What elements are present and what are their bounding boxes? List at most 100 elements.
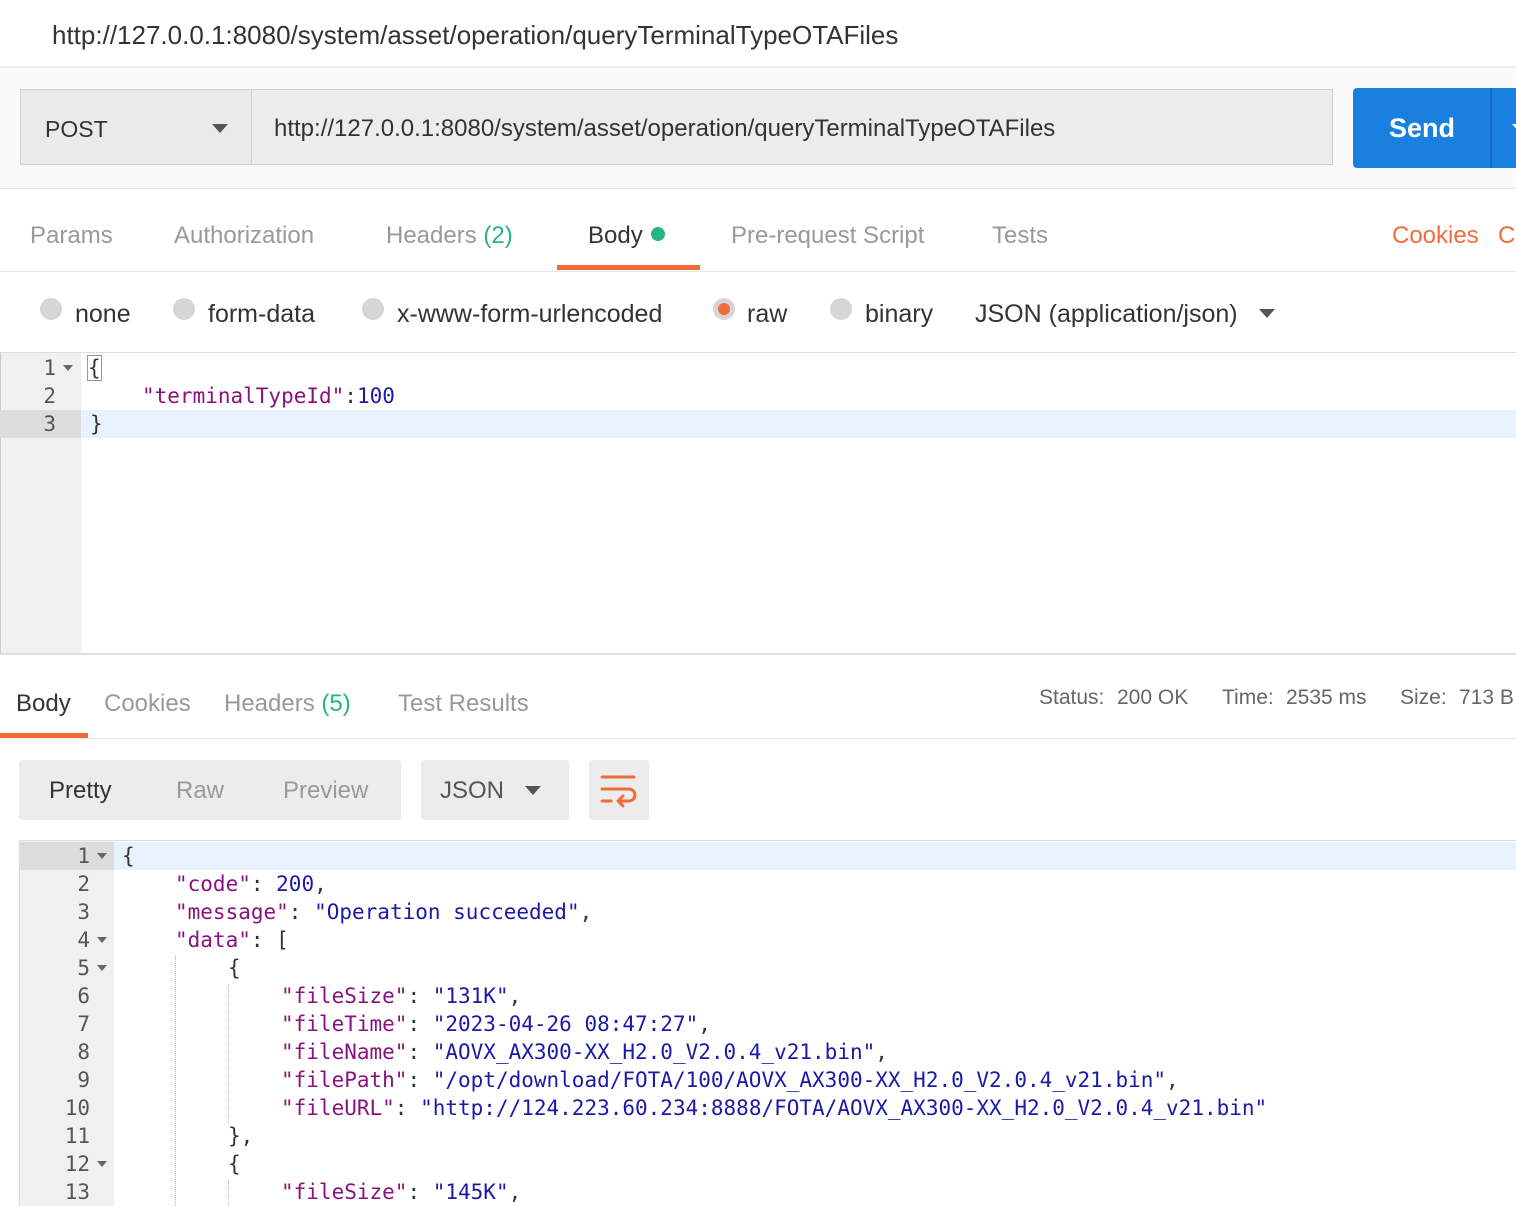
line-number: 10 [64,1096,90,1120]
divider [0,738,1516,739]
indent-guide [228,1180,229,1206]
time-label: Time: [1222,686,1274,709]
response-tab-body[interactable]: Body [16,690,71,718]
code-line: "data": [ [175,928,289,952]
line-number: 6 [77,984,90,1008]
view-preview-button[interactable]: Preview [283,777,368,805]
wrap-lines-button[interactable] [589,760,649,820]
code-token: { [228,1152,241,1176]
line-number: 3 [77,900,90,924]
json-key: "message" [175,900,289,924]
tab-tests[interactable]: Tests [992,222,1048,250]
radio-urlencoded-label: x-www-form-urlencoded [397,300,663,328]
url-value: http://127.0.0.1:8080/system/asset/opera… [274,115,1056,142]
json-string: "http://124.223.60.234:8888/FOTA/AOVX_AX… [420,1096,1268,1120]
radio-none[interactable] [40,298,62,320]
fold-icon[interactable] [97,853,107,859]
tab-headers[interactable]: Headers (2) [386,222,513,250]
chevron-down-icon[interactable] [1259,309,1275,318]
fold-icon[interactable] [97,937,107,943]
json-string: "Operation succeeded" [314,900,580,924]
chevron-down-icon [525,786,541,795]
json-number: 100 [356,384,395,408]
radio-urlencoded[interactable] [362,298,384,320]
format-select[interactable]: JSON [421,760,569,820]
code-line: "fileName": "AOVX_AX300-XX_H2.0_V2.0.4_v… [281,1040,888,1064]
view-pretty-button[interactable]: Pretty [49,777,112,805]
wrap-icon [600,775,637,808]
method-select[interactable]: POST [20,89,252,165]
fold-icon[interactable] [97,965,107,971]
request-title: http://127.0.0.1:8080/system/asset/opera… [52,20,899,50]
json-string: "2023-04-26 08:47:27" [432,1012,699,1036]
line-number: 1 [43,356,56,380]
view-raw-button[interactable]: Raw [176,777,224,805]
line-number: 7 [77,1012,90,1036]
active-tab-indicator [557,265,700,270]
code-token: [ [276,928,289,952]
fold-icon[interactable] [63,365,73,371]
tab-authorization[interactable]: Authorization [174,222,314,250]
code-token: }, [228,1124,254,1148]
tab-params[interactable]: Params [30,222,113,250]
active-line-highlight [81,410,1516,438]
json-string: "131K" [432,984,509,1008]
code-line: "code": 200, [175,872,327,896]
tab-body[interactable]: Body [588,222,665,250]
method-label: POST [45,116,108,142]
indent-guide [228,984,229,1124]
url-input[interactable]: http://127.0.0.1:8080/system/asset/opera… [251,89,1333,165]
json-key: "code" [175,872,251,896]
status-label: Status: [1039,686,1105,709]
cookies-link[interactable]: Cookies [1392,222,1479,250]
chevron-down-icon [212,124,228,133]
line-number: 2 [77,872,90,896]
size-value: 713 B [1459,686,1514,709]
code-line: "fileSize": "145K", [281,1180,522,1204]
send-divider [1490,88,1492,168]
json-key: "fileSize" [281,984,408,1008]
json-string: "AOVX_AX300-XX_H2.0_V2.0.4_v21.bin" [432,1040,876,1064]
line-number: 11 [64,1124,90,1148]
code-line: "message": "Operation succeeded", [175,900,593,924]
content-type-select[interactable]: JSON (application/json) [975,300,1238,329]
code-token: { [228,956,241,980]
code-line: "fileSize": "131K", [281,984,522,1008]
headers-count-badge: (2) [483,222,513,249]
radio-form-data-label: form-data [208,300,315,328]
active-line-highlight [114,842,1516,870]
radio-binary-label: binary [865,300,934,328]
line-number: 3 [43,412,56,436]
radio-binary[interactable] [830,298,852,320]
line-number: 1 [77,844,90,868]
response-tab-cookies[interactable]: Cookies [104,690,191,718]
tab-body-label: Body [588,222,643,249]
code-link[interactable]: C [1498,222,1515,250]
radio-form-data[interactable] [173,298,195,320]
code-line: "filePath": "/opt/download/FOTA/100/AOVX… [281,1068,1179,1092]
line-number: 8 [77,1040,90,1064]
tab-prerequest-script[interactable]: Pre-request Script [731,222,924,250]
code-line: "terminalTypeId":100 [142,384,395,408]
json-key: "fileURL" [281,1096,395,1120]
code-token: { [87,355,102,381]
code-line: "fileURL": "http://124.223.60.234:8888/F… [281,1096,1268,1120]
send-button[interactable]: Send [1353,88,1516,168]
body-indicator-dot [650,227,665,241]
json-key: "fileTime" [281,1012,408,1036]
radio-raw-label: raw [747,300,788,328]
json-string: "/opt/download/FOTA/100/AOVX_AX300-XX_H2… [432,1068,1167,1092]
line-number: 12 [64,1152,90,1176]
indent-guide [175,956,176,1206]
size-label: Size: [1400,686,1447,709]
code-token: { [122,844,135,868]
json-number: 200 [276,872,315,896]
json-string: "145K" [432,1180,509,1204]
response-tab-test-results[interactable]: Test Results [398,690,529,718]
radio-raw[interactable] [713,298,735,320]
code-token: } [90,412,103,436]
fold-icon[interactable] [97,1161,107,1167]
send-options-icon[interactable] [1512,124,1516,133]
line-number: 2 [43,384,56,408]
response-tab-headers[interactable]: Headers (5) [224,690,351,718]
